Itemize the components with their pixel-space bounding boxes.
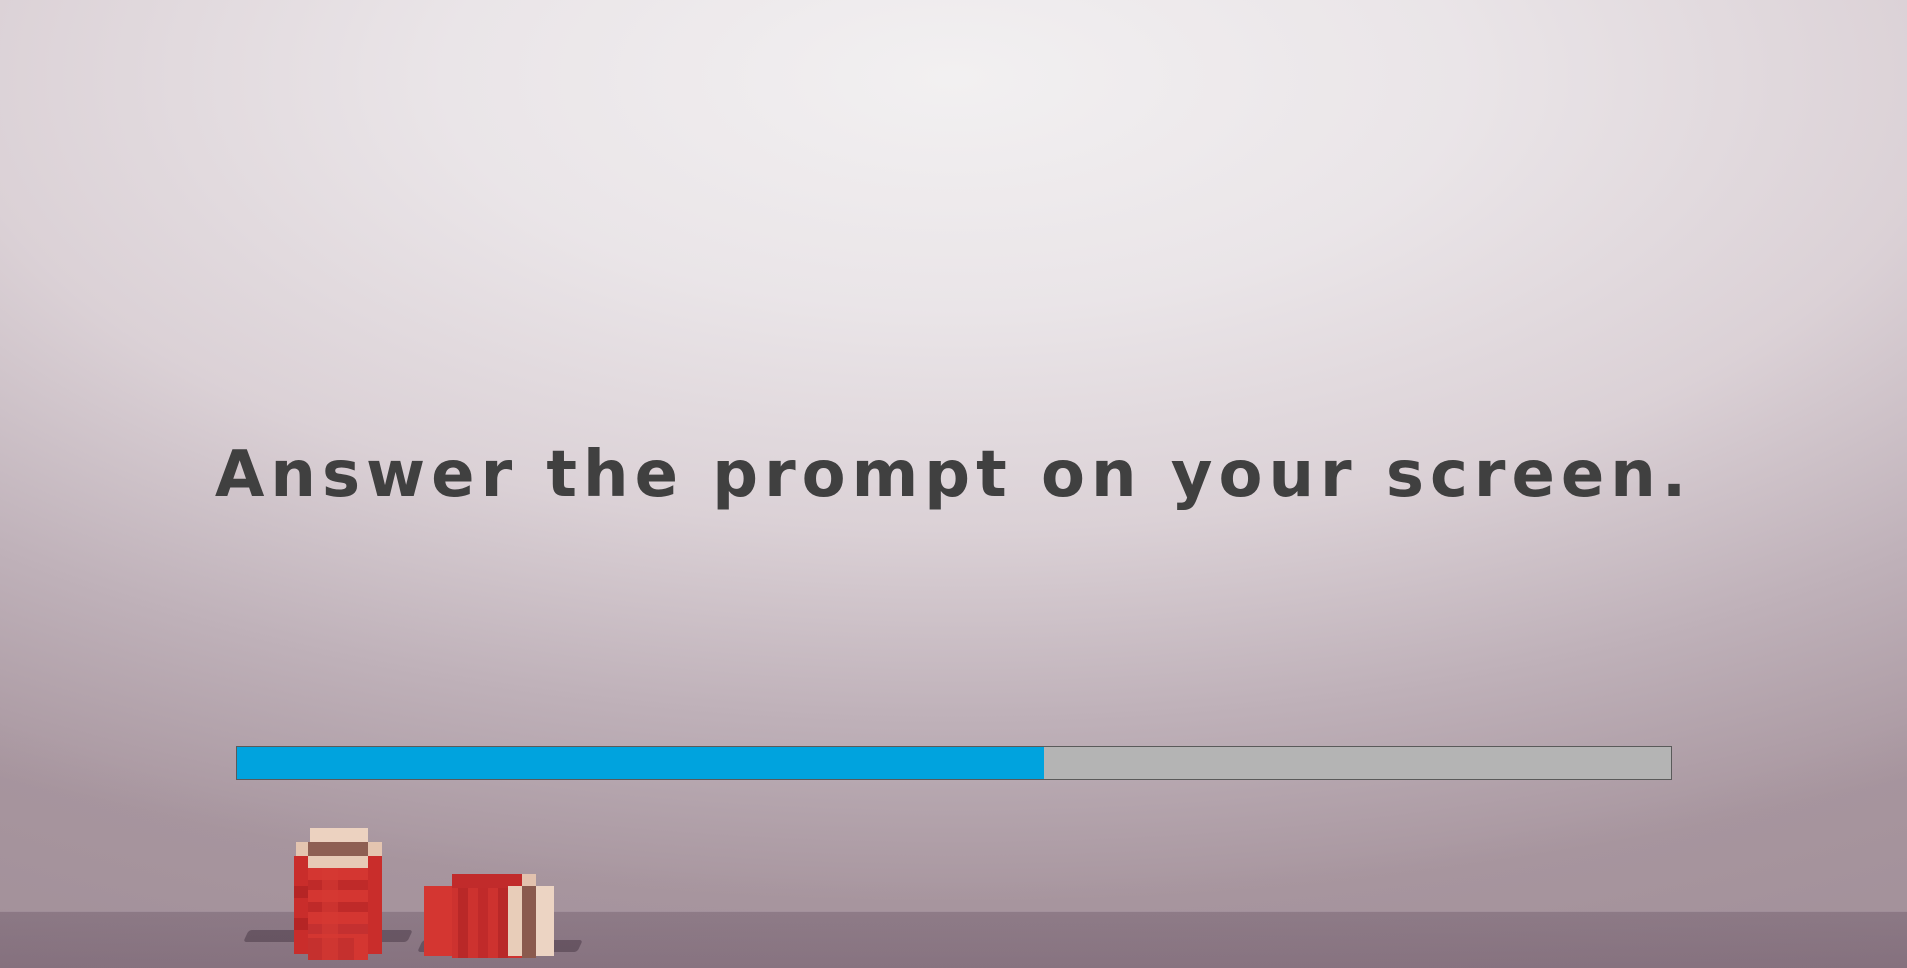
red-player-lying-icon (424, 874, 554, 958)
red-player-standing-icon (294, 828, 382, 960)
timer-progress-fill (237, 747, 1045, 779)
timer-progress-bar (236, 746, 1672, 780)
prompt-instruction-text: Answer the prompt on your screen. (214, 438, 1693, 512)
